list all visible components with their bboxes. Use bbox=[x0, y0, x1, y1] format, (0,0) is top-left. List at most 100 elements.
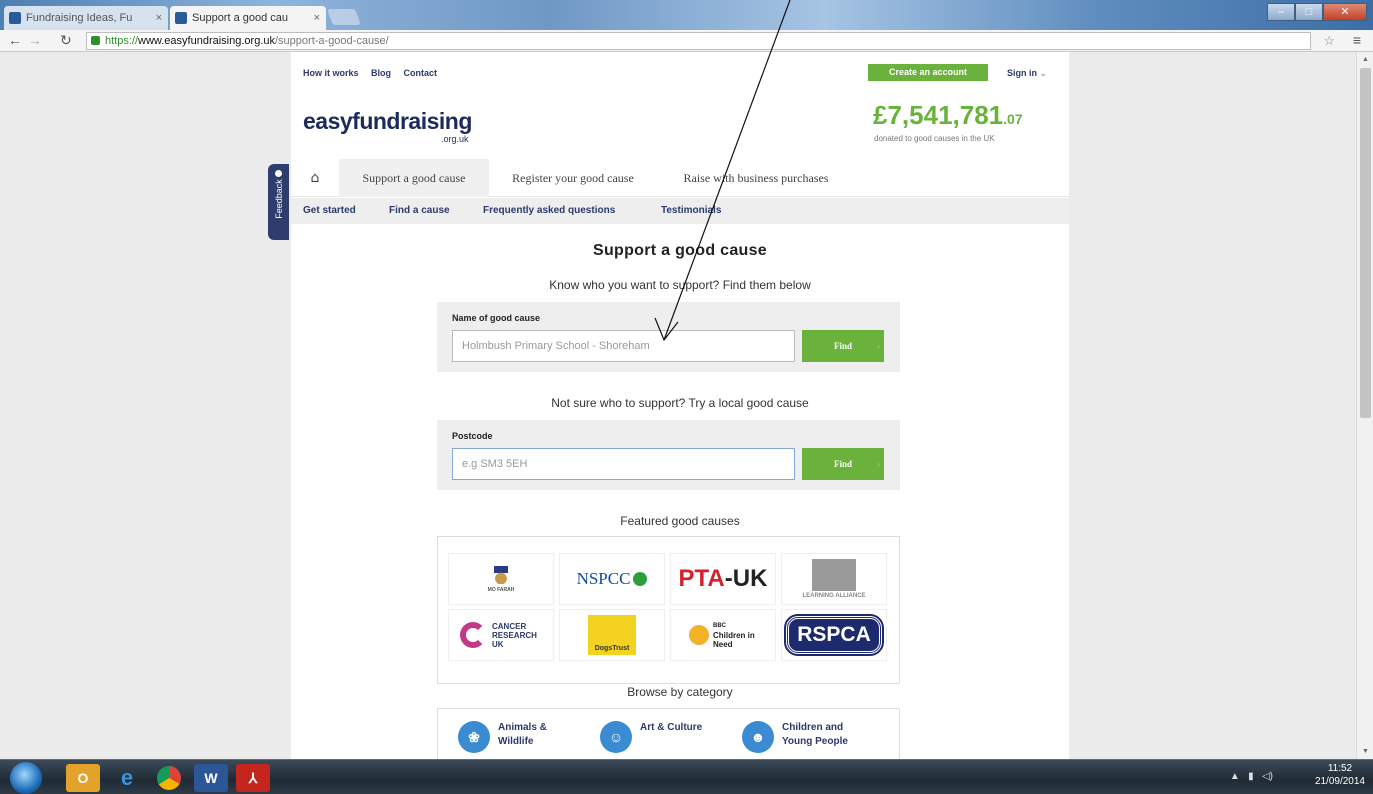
start-button-icon[interactable] bbox=[10, 762, 42, 794]
bookmark-star-icon[interactable]: ☆ bbox=[1323, 33, 1335, 49]
url-host: www.easyfundraising.org.uk bbox=[138, 35, 275, 47]
subnav-find-cause[interactable]: Find a cause bbox=[389, 205, 450, 216]
clock-time: 11:52 bbox=[1327, 763, 1353, 774]
acrobat-icon[interactable]: ⅄ bbox=[236, 764, 270, 792]
back-arrow-icon[interactable]: ← bbox=[8, 32, 22, 48]
screen: Fundraising Ideas, Fu × Support a good c… bbox=[0, 0, 1373, 794]
find-cause-button[interactable]: Find › bbox=[802, 330, 884, 362]
tab-favicon-icon bbox=[175, 12, 187, 24]
address-bar[interactable]: https://www.easyfundraising.org.uk/suppo… bbox=[86, 32, 1311, 50]
featured-nspcc[interactable]: NSPCC bbox=[559, 553, 665, 605]
tab-close-icon[interactable]: × bbox=[156, 6, 162, 30]
tab-close-icon[interactable]: × bbox=[314, 6, 320, 30]
donation-total: £7,541,781.07 bbox=[873, 100, 1023, 131]
top-links: How it works Blog Contact bbox=[303, 68, 447, 78]
page-content: How it works Blog Contact Create an acco… bbox=[291, 52, 1069, 759]
home-icon[interactable]: ⌂ bbox=[303, 159, 327, 197]
system-clock[interactable]: 11:52 21/09/2014 bbox=[1315, 762, 1365, 794]
find-postcode-button[interactable]: Find › bbox=[802, 448, 884, 480]
cause-name-input[interactable]: Holmbush Primary School - Shoreham bbox=[452, 330, 795, 362]
featured-causes-grid: MO FARAH NSPCC PTA - UK LEARNING ALLIANCE bbox=[437, 536, 900, 684]
subnav-faq[interactable]: Frequently asked questions bbox=[483, 205, 615, 216]
scroll-up-icon[interactable]: ▲ bbox=[1362, 56, 1369, 63]
page-viewport: How it works Blog Contact Create an acco… bbox=[0, 52, 1356, 759]
word-icon[interactable]: W bbox=[194, 764, 228, 792]
browser-tabstrip: Fundraising Ideas, Fu × Support a good c… bbox=[0, 0, 1373, 30]
category-art[interactable]: ☺ Art & Culture bbox=[600, 721, 702, 753]
find-label: Find bbox=[833, 459, 852, 469]
donation-caption: donated to good causes in the UK bbox=[874, 134, 995, 143]
reload-icon[interactable]: ↻ bbox=[60, 32, 72, 49]
category-children[interactable]: ☻ Children and Young People bbox=[742, 721, 862, 753]
chrome-icon[interactable] bbox=[152, 764, 186, 792]
browser-tab[interactable]: Fundraising Ideas, Fu × bbox=[4, 6, 168, 30]
sub-nav: Get started Find a cause Frequently aske… bbox=[291, 198, 1069, 224]
sign-in-link[interactable]: Sign in ⌄ bbox=[1007, 68, 1047, 79]
featured-dogs-trust[interactable]: DogsTrust bbox=[559, 609, 665, 661]
logo-fundraising: fundraising bbox=[352, 108, 472, 134]
nav-raise-business[interactable]: Raise with business purchases bbox=[657, 159, 855, 197]
main-nav: ⌂ Support a good cause Register your goo… bbox=[291, 159, 1069, 197]
dogs-trust-logo-icon: DogsTrust bbox=[588, 615, 636, 655]
maximize-icon[interactable]: □ bbox=[1295, 3, 1323, 21]
forward-arrow-icon[interactable]: → bbox=[28, 32, 42, 48]
feedback-label: Feedback bbox=[274, 179, 284, 219]
category-list: ❀ Animals & Wildlife ☺ Art & Culture ☻ C… bbox=[437, 708, 900, 759]
browser-tab-active[interactable]: Support a good cau × bbox=[170, 6, 326, 30]
featured-pta-uk[interactable]: PTA - UK bbox=[670, 553, 776, 605]
contact-link[interactable]: Contact bbox=[404, 68, 438, 78]
category-animals[interactable]: ❀ Animals & Wildlife bbox=[458, 721, 558, 753]
featured-children-in-need[interactable]: BBC Children in Need bbox=[670, 609, 776, 661]
feedback-tab[interactable]: Feedback bbox=[268, 164, 289, 240]
lock-icon bbox=[91, 36, 100, 45]
blog-link[interactable]: Blog bbox=[371, 68, 391, 78]
chevron-down-icon: ⌄ bbox=[1039, 68, 1048, 78]
system-tray-icons[interactable]: ▲ ▮ ◁) bbox=[1230, 771, 1273, 782]
create-account-button[interactable]: Create an account bbox=[868, 64, 988, 81]
subnav-get-started[interactable]: Get started bbox=[303, 205, 356, 216]
windows-taskbar: O e W ⅄ ▲ ▮ ◁) 11:52 21/09/2014 bbox=[0, 759, 1373, 794]
category-label: Animals & Wildlife bbox=[498, 722, 547, 747]
bbc-label: BBC bbox=[713, 622, 726, 629]
preschool-logo-icon bbox=[811, 559, 856, 591]
close-window-icon[interactable]: ✕ bbox=[1323, 3, 1367, 21]
teddy-icon: ☻ bbox=[742, 721, 774, 753]
postcode-label: Postcode bbox=[452, 431, 493, 441]
minimize-icon[interactable]: – bbox=[1267, 3, 1295, 21]
subnav-testimonials[interactable]: Testimonials bbox=[661, 205, 721, 216]
chevron-right-icon: › bbox=[877, 341, 880, 351]
nav-register-good-cause[interactable]: Register your good cause bbox=[489, 159, 657, 197]
sign-in-label: Sign in bbox=[1007, 68, 1037, 78]
featured-preschool-alliance[interactable]: LEARNING ALLIANCE bbox=[781, 553, 887, 605]
featured-mo-farah[interactable]: MO FARAH bbox=[448, 553, 554, 605]
featured-rspca[interactable]: RSPCA bbox=[781, 609, 887, 661]
postcode-panel: Postcode e.g SM3 5EH Find › bbox=[437, 420, 900, 490]
rspca-label: RSPCA bbox=[784, 614, 884, 656]
tab-favicon-icon bbox=[9, 12, 21, 24]
postcode-input[interactable]: e.g SM3 5EH bbox=[452, 448, 795, 480]
featured-cancer-research[interactable]: CANCER RESEARCH UK bbox=[448, 609, 554, 661]
featured-heading: Featured good causes bbox=[620, 514, 740, 528]
scrollbar-thumb[interactable] bbox=[1360, 68, 1371, 418]
page-scrollbar[interactable]: ▲ ▼ bbox=[1356, 52, 1373, 759]
paw-icon: ❀ bbox=[458, 721, 490, 753]
pudsey-bear-icon bbox=[689, 625, 709, 645]
cause-search-panel: Name of good cause Holmbush Primary Scho… bbox=[437, 302, 900, 372]
category-label: Children and Young People bbox=[782, 722, 848, 747]
how-it-works-link[interactable]: How it works bbox=[303, 68, 359, 78]
mo-farah-label: MO FARAH bbox=[487, 586, 515, 593]
logo-domain: .org.uk bbox=[441, 134, 469, 144]
nav-support-good-cause[interactable]: Support a good cause bbox=[339, 159, 489, 197]
cause-name-label: Name of good cause bbox=[452, 313, 541, 323]
nspcc-label: NSPCC bbox=[576, 569, 631, 588]
preschool-label: LEARNING ALLIANCE bbox=[802, 593, 866, 599]
site-logo[interactable]: easyfundraising bbox=[303, 108, 472, 135]
clock-date: 21/09/2014 bbox=[1314, 776, 1365, 787]
outlook-icon[interactable]: O bbox=[66, 764, 100, 792]
category-label: Art & Culture bbox=[640, 722, 703, 733]
new-tab-button[interactable] bbox=[327, 9, 361, 25]
internet-explorer-icon[interactable]: e bbox=[110, 764, 144, 792]
scroll-down-icon[interactable]: ▼ bbox=[1362, 748, 1369, 755]
menu-icon[interactable]: ≡ bbox=[1353, 32, 1361, 48]
browse-heading: Browse by category bbox=[627, 685, 733, 699]
